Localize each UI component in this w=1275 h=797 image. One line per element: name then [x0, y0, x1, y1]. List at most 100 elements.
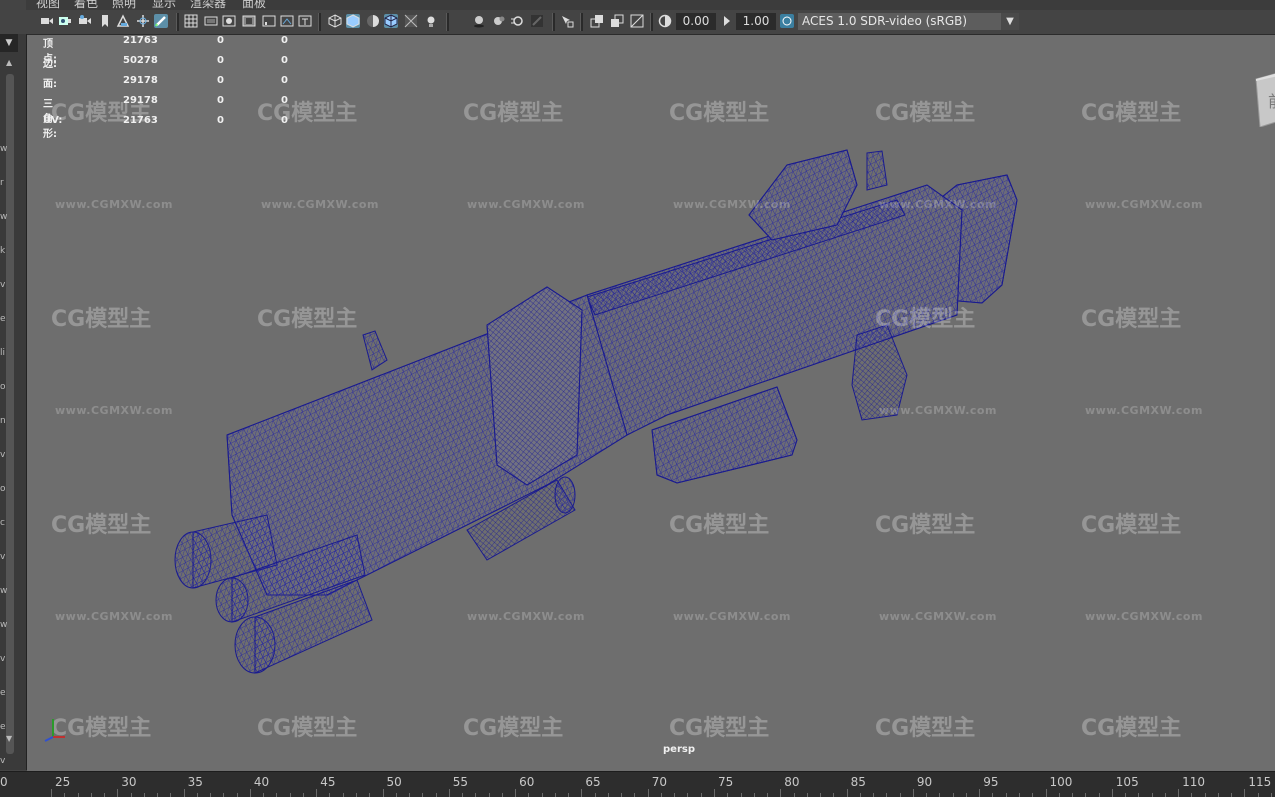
time-tick-mark: [157, 793, 159, 797]
image-plane-icon[interactable]: [116, 14, 130, 28]
color-space-select[interactable]: ACES 1.0 SDR-video (sRGB): [798, 13, 1018, 30]
hud-cell: 0: [281, 115, 288, 126]
panel-text-fragment: r: [0, 178, 4, 188]
camera-attr-icon[interactable]: [78, 14, 92, 28]
safe-title-icon[interactable]: [298, 14, 312, 28]
time-tick-mark: [196, 793, 198, 797]
film-gate-icon[interactable]: [204, 14, 218, 28]
model-wireframe: [174, 149, 1018, 674]
panel-text-fragment: v: [0, 280, 6, 290]
pan-zoom-icon[interactable]: [136, 14, 150, 28]
time-tick-mark: [475, 793, 477, 797]
exposure-icon[interactable]: [658, 14, 672, 28]
wireframe-on-shaded-icon[interactable]: [384, 14, 398, 28]
time-tick-mark: [369, 793, 371, 797]
menu-view[interactable]: 视图: [36, 0, 60, 10]
panel-text-fragment: c: [0, 518, 5, 528]
camera-lock-icon[interactable]: [58, 14, 72, 28]
toolbar-separator: [650, 13, 653, 31]
time-tick-mark: [740, 793, 742, 797]
time-tick-mark: [1085, 793, 1087, 797]
panel-text-fragment: w: [0, 212, 8, 222]
ambient-occlusion-icon[interactable]: [492, 14, 506, 28]
3d-viewport[interactable]: CG模型主 CG模型主 CG模型主 CG模型主 CG模型主 CG模型主 www.…: [27, 35, 1275, 771]
time-tick-mark: [395, 793, 397, 797]
hud-cell: 0: [281, 75, 288, 86]
panel-text-fragment: k: [0, 246, 6, 256]
time-tick-label: 30: [121, 775, 137, 789]
left-panel: ▼ ▲ ▼ w r w k v e li o n v o c v w w v e e v: [0, 34, 27, 770]
time-tick-mark: [660, 793, 662, 797]
wireframe-icon[interactable]: [328, 14, 342, 28]
panel-text-fragment: v: [0, 756, 6, 766]
motion-blur-icon[interactable]: [510, 14, 524, 28]
grid-icon[interactable]: [184, 14, 198, 28]
shadows-icon[interactable]: [472, 14, 486, 28]
time-tick-mark: [621, 793, 623, 797]
time-tick-mark: [1138, 793, 1140, 797]
hud-cell: 边:: [43, 59, 57, 70]
menu-renderer[interactable]: 渲染器: [190, 0, 226, 10]
safe-action-icon[interactable]: [280, 14, 294, 28]
camera-icon[interactable]: [40, 14, 54, 28]
menu-panels[interactable]: 面板: [242, 0, 266, 10]
hud-cell: 面:: [43, 79, 57, 90]
time-slider[interactable]: 0 25 30 35 40 45 50 55 60 65 70 75 80 85 90 95 100 105 11…: [0, 771, 1275, 797]
time-tick-mark: [767, 793, 769, 797]
backface-icon[interactable]: [630, 14, 644, 28]
chevron-down-icon[interactable]: ▼: [1001, 13, 1019, 30]
scroll-up-icon[interactable]: ▲: [6, 58, 12, 67]
time-tick-mark: [355, 793, 357, 797]
time-tick-label: 50: [386, 775, 402, 789]
time-tick-mark: [236, 793, 238, 797]
time-tick-mark: [435, 793, 437, 797]
time-tick-label: 40: [253, 775, 270, 789]
time-tick-mark: [687, 793, 689, 797]
exposure-field[interactable]: 0.00: [676, 13, 716, 30]
time-tick-mark: [952, 793, 954, 797]
xray-joints-icon[interactable]: [590, 14, 604, 28]
menu-lighting[interactable]: 照明: [112, 0, 136, 10]
time-tick-mark: [1191, 793, 1193, 797]
hud-cell: 0: [217, 75, 224, 86]
time-tick-mark: [886, 793, 888, 797]
toolbar-separator: [580, 13, 583, 31]
grease-pencil-icon[interactable]: [154, 14, 168, 28]
time-tick-label: 70: [651, 775, 667, 789]
antialias-icon[interactable]: [530, 14, 544, 28]
xray-icon[interactable]: [404, 14, 418, 28]
panel-menu-dropdown[interactable]: ▼: [0, 34, 18, 52]
time-tick-mark: [833, 793, 835, 797]
time-tick-mark: [90, 793, 92, 797]
smooth-shade-icon[interactable]: [346, 14, 360, 28]
time-tick-mark: [501, 793, 503, 797]
time-tick-mark: [899, 793, 901, 797]
hud-cell: 0: [217, 55, 224, 66]
gamma-field[interactable]: 1.00: [736, 13, 776, 30]
menu-show[interactable]: 显示: [152, 0, 176, 10]
time-tick-mark: [1098, 793, 1100, 797]
time-tick-mark: [1032, 793, 1034, 797]
bookmark-icon[interactable]: [98, 14, 112, 28]
field-chart-icon[interactable]: [262, 14, 276, 28]
light-icon[interactable]: [424, 14, 438, 28]
hud-cell: 0: [217, 95, 224, 106]
time-tick-mark: [793, 793, 795, 797]
resolution-gate-icon[interactable]: [222, 14, 236, 28]
time-tick-mark: [302, 793, 304, 797]
view-cube[interactable]: 前: [1252, 67, 1275, 127]
gamma-icon[interactable]: [720, 14, 734, 28]
panel-scrollbar[interactable]: [6, 74, 14, 754]
xray-active-icon[interactable]: [610, 14, 624, 28]
time-tick-mark: [820, 793, 822, 797]
gate-mask-icon[interactable]: [242, 14, 256, 28]
menu-shading[interactable]: 着色: [74, 0, 98, 10]
time-tick-mark: [276, 793, 278, 797]
hud-cell: UV:: [43, 115, 63, 126]
isolate-select-icon[interactable]: [560, 14, 574, 28]
time-tick-mark: [607, 793, 609, 797]
scroll-down-icon[interactable]: ▼: [6, 734, 12, 743]
color-management-icon[interactable]: [780, 14, 794, 28]
time-tick-mark: [1231, 793, 1233, 797]
default-material-icon[interactable]: [366, 14, 380, 28]
